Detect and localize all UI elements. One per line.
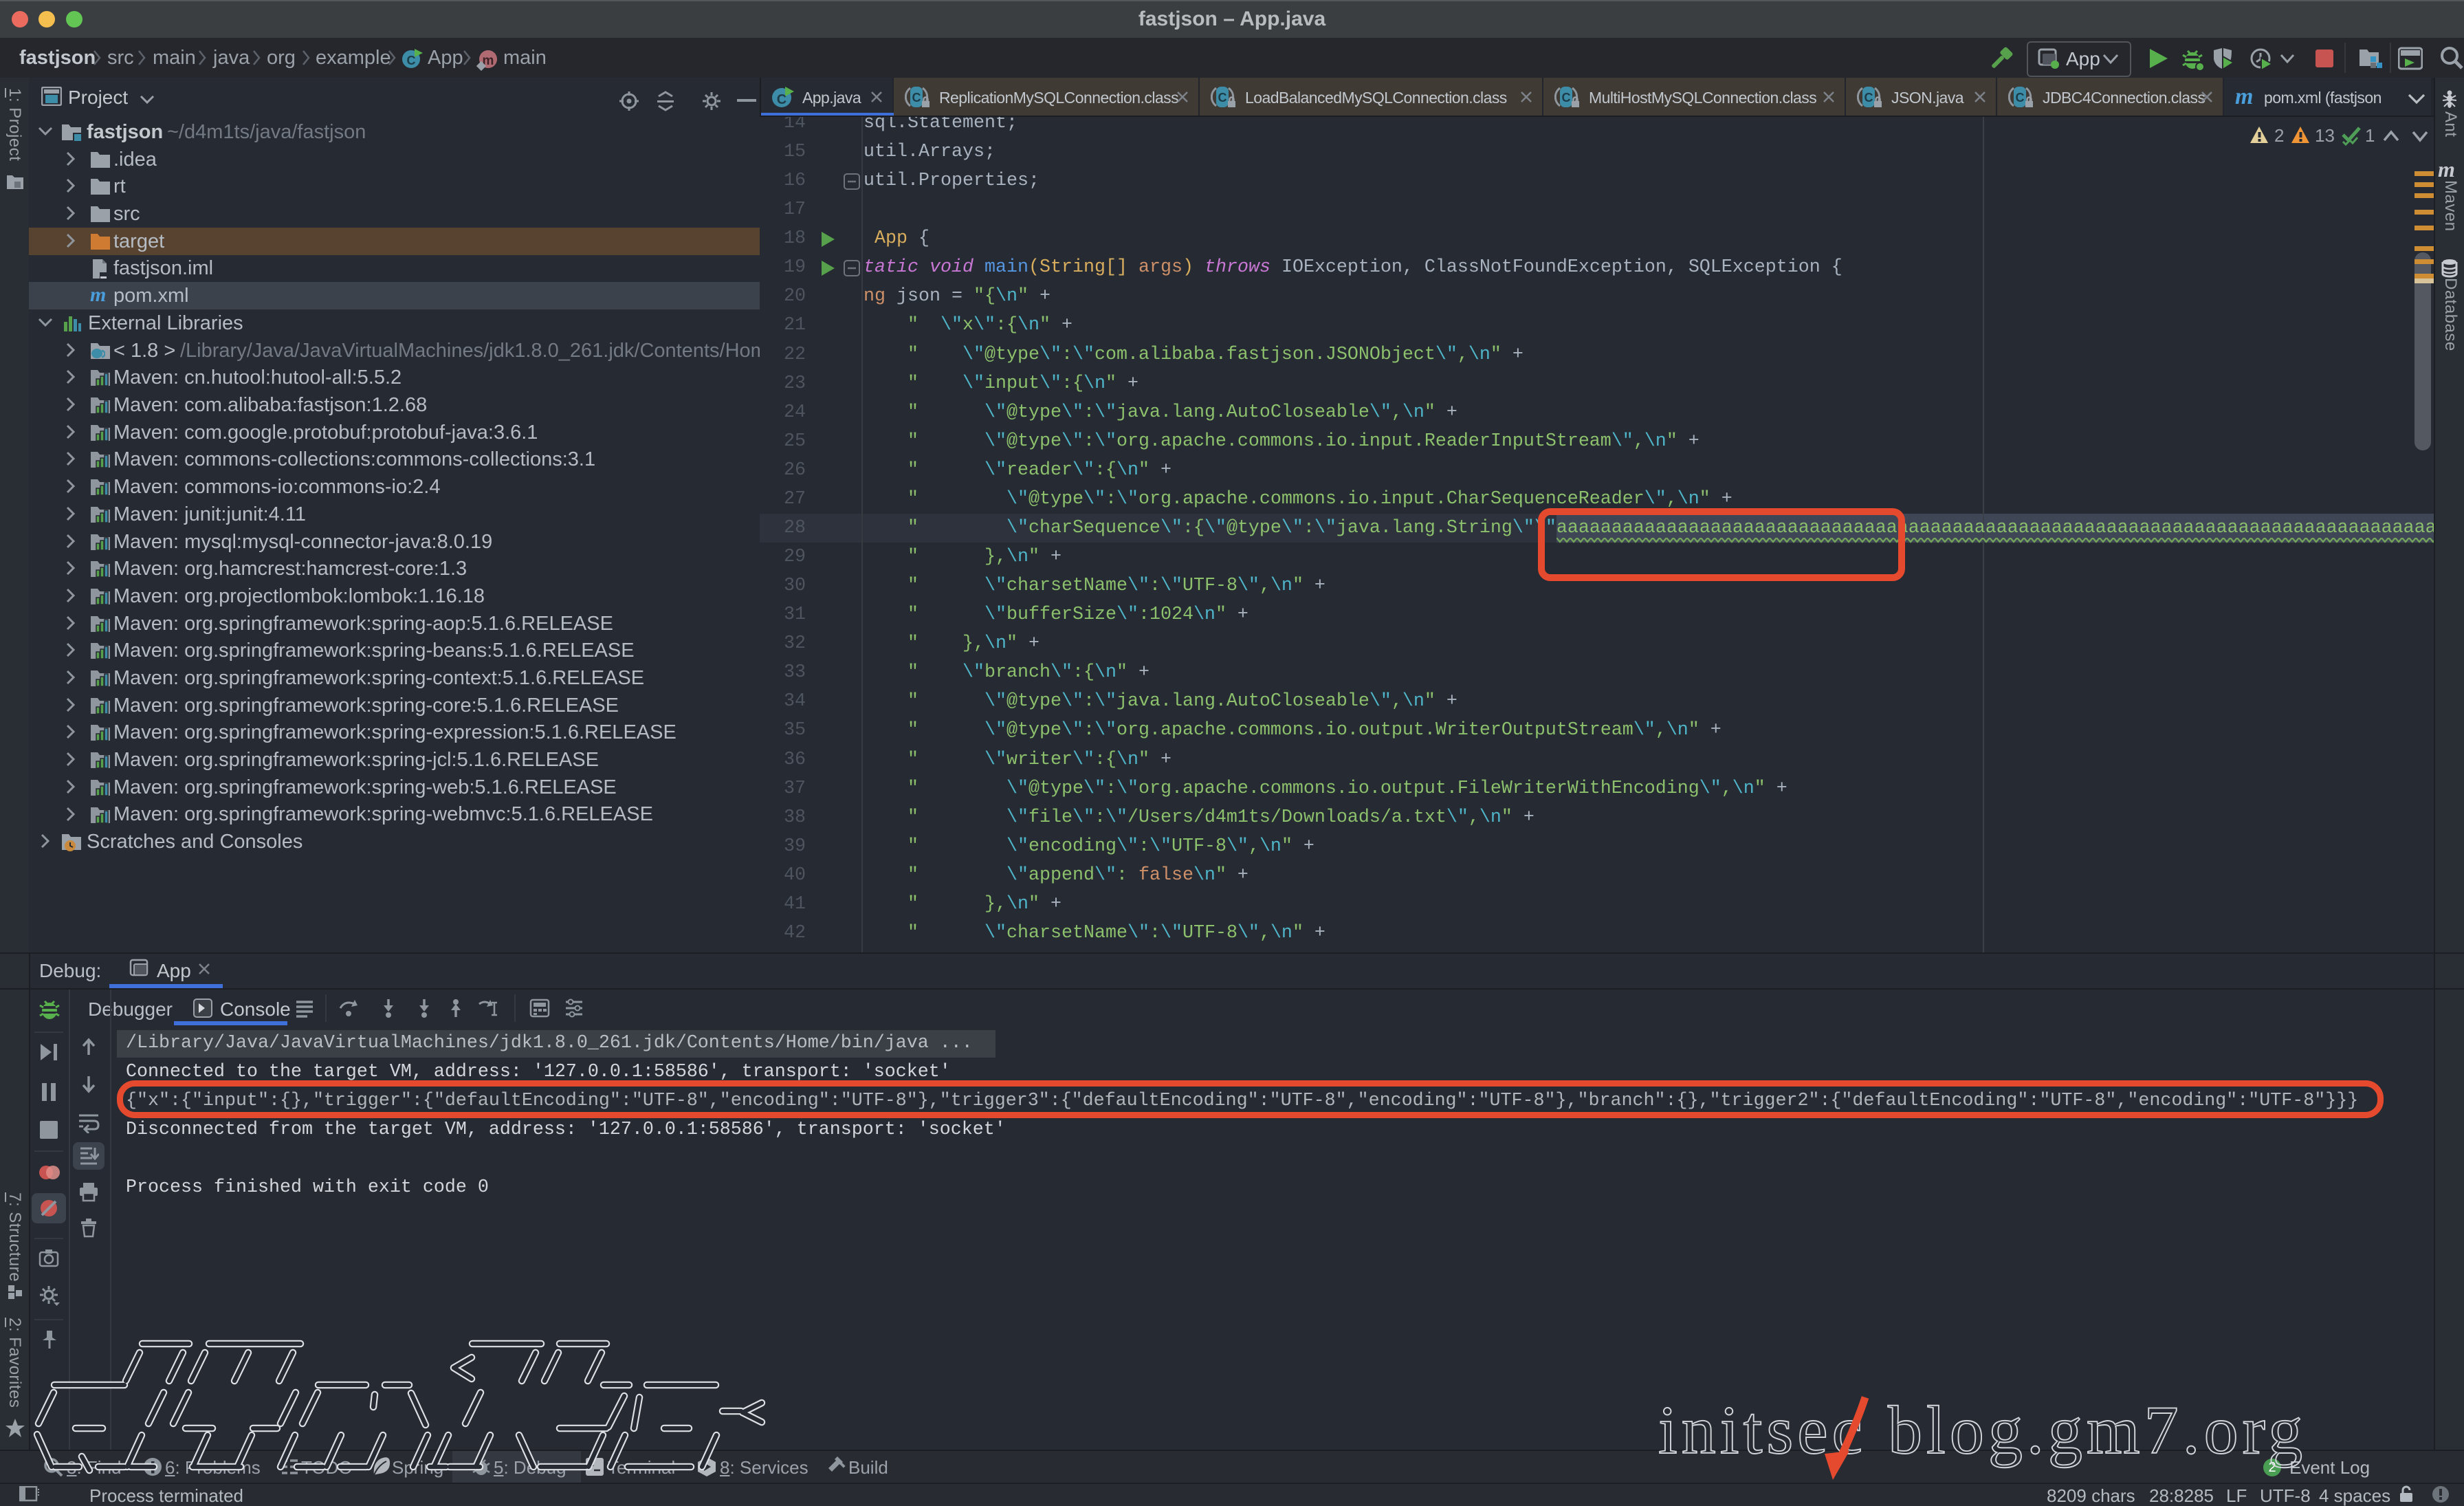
svg-text:C: C — [1864, 91, 1873, 105]
svg-text:2: 2 — [2274, 125, 2284, 146]
svg-text:1: 1 — [2365, 125, 2375, 146]
svg-text:C: C — [2016, 91, 2025, 105]
svg-text:C: C — [407, 54, 416, 67]
svg-text:C: C — [1562, 91, 1571, 105]
svg-text:C: C — [912, 91, 921, 105]
svg-text:13: 13 — [2315, 125, 2335, 146]
svg-text:C: C — [1218, 91, 1227, 105]
